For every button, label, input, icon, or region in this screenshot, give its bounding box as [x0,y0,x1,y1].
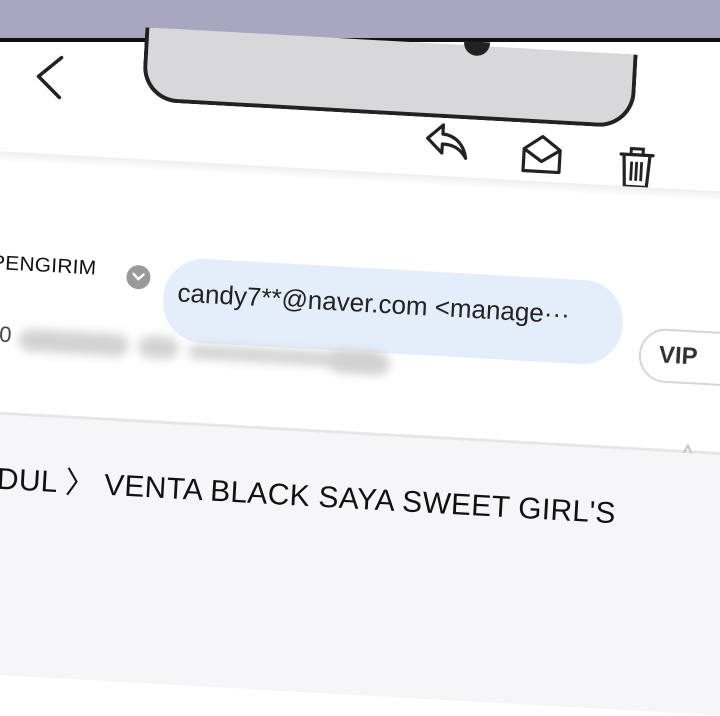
vip-button[interactable]: VIP [637,327,720,388]
reply-button[interactable] [423,117,471,165]
sender-toggle-button[interactable] [125,264,152,290]
blurred-date [137,335,180,360]
chevron-down-icon [132,272,145,281]
mail-detail-screen: PENGIRIM candy7**@naver.com <manage··· V… [0,27,720,716]
phone-notch [141,27,638,129]
blurred-time [329,350,391,376]
subject-area [0,412,720,716]
trash-icon [619,146,655,190]
top-frame-bar [0,0,720,42]
sent-date: 20 [0,320,13,348]
blurred-date [18,328,130,357]
camera-icon [463,41,491,57]
reply-icon [426,123,468,160]
back-button[interactable] [28,51,71,103]
chevron-left-icon [36,55,64,100]
mail-open-icon [521,134,562,175]
mark-read-button[interactable] [518,130,566,178]
sender-label: PENGIRIM [0,251,97,280]
delete-button[interactable] [612,144,660,192]
